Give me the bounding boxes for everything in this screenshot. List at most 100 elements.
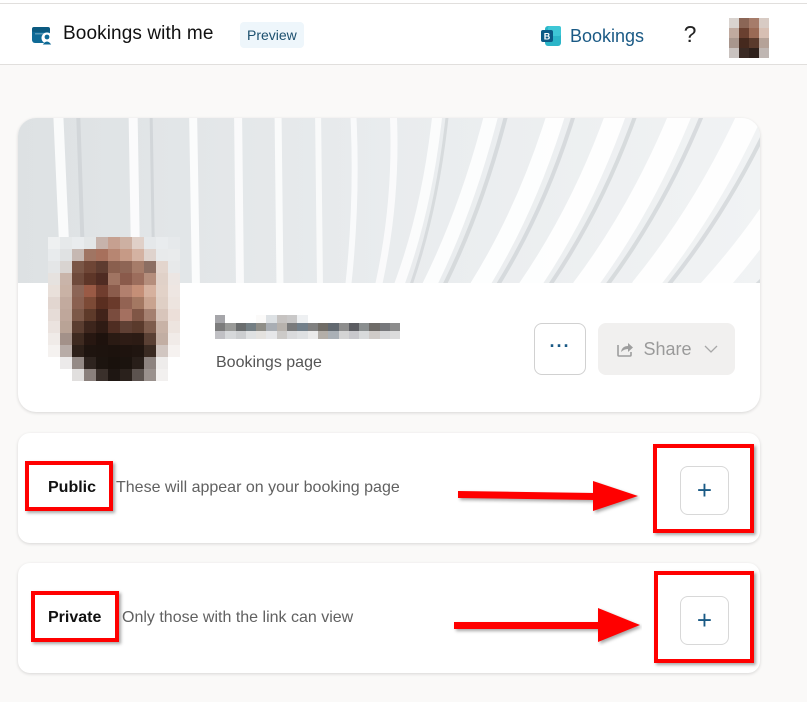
mosaic-pixel <box>84 333 96 345</box>
mosaic-pixel <box>84 321 96 333</box>
mosaic-pixel <box>60 321 72 333</box>
mosaic-pixel <box>48 261 60 273</box>
more-horizontal-icon: ··· <box>549 336 571 356</box>
mosaic-pixel <box>60 273 72 285</box>
mosaic-pixel <box>168 261 180 273</box>
mosaic-pixel <box>120 333 132 345</box>
mosaic-pixel <box>266 315 277 323</box>
mosaic-pixel <box>739 38 749 48</box>
mosaic-pixel <box>759 38 769 48</box>
mosaic-pixel <box>96 237 108 249</box>
mosaic-pixel <box>132 297 144 309</box>
mosaic-pixel <box>60 357 72 369</box>
mosaic-pixel <box>96 357 108 369</box>
mosaic-pixel <box>48 285 60 297</box>
mosaic-pixel <box>108 249 120 261</box>
mosaic-pixel <box>379 323 391 331</box>
mosaic-pixel <box>96 369 108 381</box>
mosaic-pixel <box>72 249 84 261</box>
mosaic-pixel <box>215 323 226 331</box>
mosaic-pixel <box>120 369 132 381</box>
mosaic-pixel <box>132 357 144 369</box>
mosaic-pixel <box>108 357 120 369</box>
mosaic-pixel <box>225 323 236 331</box>
mosaic-pixel <box>108 321 120 333</box>
mosaic-pixel <box>48 237 60 249</box>
mosaic-pixel <box>168 345 180 357</box>
mosaic-pixel <box>749 28 759 38</box>
mosaic-pixel <box>307 323 318 331</box>
mosaic-pixel <box>60 369 72 381</box>
mosaic-pixel <box>96 333 108 345</box>
mosaic-pixel <box>108 261 120 273</box>
mosaic-pixel <box>84 273 96 285</box>
svg-text:B: B <box>544 32 551 42</box>
mosaic-pixel <box>156 297 168 309</box>
mosaic-pixel <box>96 273 108 285</box>
profile-name-redacted <box>215 315 401 339</box>
mosaic-pixel <box>60 333 72 345</box>
more-options-button[interactable]: ··· <box>534 323 586 375</box>
mosaic-pixel <box>156 261 168 273</box>
mosaic-pixel <box>108 237 120 249</box>
mosaic-pixel <box>120 285 132 297</box>
mosaic-pixel <box>96 309 108 321</box>
mosaic-pixel <box>144 285 156 297</box>
mosaic-pixel <box>328 315 339 323</box>
mosaic-pixel <box>72 357 84 369</box>
mosaic-pixel <box>144 357 156 369</box>
mosaic-pixel <box>48 297 60 309</box>
public-section-title: Public <box>48 479 97 496</box>
mosaic-pixel <box>132 333 144 345</box>
mosaic-pixel <box>120 309 132 321</box>
mosaic-pixel <box>48 321 60 333</box>
mosaic-pixel <box>359 331 370 339</box>
mosaic-pixel <box>245 315 257 323</box>
private-section: Private Only those with the link can vie… <box>18 563 760 673</box>
add-private-service-button[interactable]: + <box>680 596 729 645</box>
mosaic-pixel <box>235 331 246 339</box>
mosaic-pixel <box>287 315 298 323</box>
mosaic-pixel <box>120 297 132 309</box>
mosaic-pixel <box>132 285 144 297</box>
mosaic-pixel <box>72 273 84 285</box>
mosaic-pixel <box>132 309 144 321</box>
mosaic-pixel <box>60 249 72 261</box>
mosaic-pixel <box>390 331 401 339</box>
mosaic-pixel <box>60 309 72 321</box>
mosaic-pixel <box>120 357 132 369</box>
bookings-app-link[interactable]: B Bookings <box>540 22 644 50</box>
mosaic-pixel <box>379 331 391 339</box>
mosaic-pixel <box>48 357 60 369</box>
user-avatar[interactable] <box>729 18 769 58</box>
mosaic-pixel <box>84 369 96 381</box>
mosaic-pixel <box>96 345 108 357</box>
mosaic-pixel <box>348 315 360 323</box>
mosaic-pixel <box>144 345 156 357</box>
mosaic-pixel <box>132 261 144 273</box>
mosaic-pixel <box>168 369 180 381</box>
mosaic-pixel <box>256 323 267 331</box>
mosaic-pixel <box>266 323 277 331</box>
mosaic-pixel <box>225 331 236 339</box>
mosaic-pixel <box>317 323 329 331</box>
mosaic-pixel <box>338 315 349 323</box>
mosaic-pixel <box>729 38 739 48</box>
share-button[interactable]: Share <box>598 323 735 375</box>
add-public-service-button[interactable]: + <box>680 466 729 515</box>
mosaic-pixel <box>96 285 108 297</box>
mosaic-pixel <box>132 345 144 357</box>
mosaic-pixel <box>168 333 180 345</box>
mosaic-pixel <box>60 285 72 297</box>
mosaic-pixel <box>276 331 288 339</box>
mosaic-pixel <box>369 315 380 323</box>
mosaic-pixel <box>297 331 308 339</box>
mosaic-pixel <box>338 323 349 331</box>
mosaic-pixel <box>390 315 401 323</box>
help-button[interactable]: ? <box>678 18 702 50</box>
mosaic-pixel <box>256 331 267 339</box>
mosaic-pixel <box>168 237 180 249</box>
mosaic-pixel <box>132 321 144 333</box>
mosaic-pixel <box>297 323 308 331</box>
mosaic-pixel <box>348 323 360 331</box>
